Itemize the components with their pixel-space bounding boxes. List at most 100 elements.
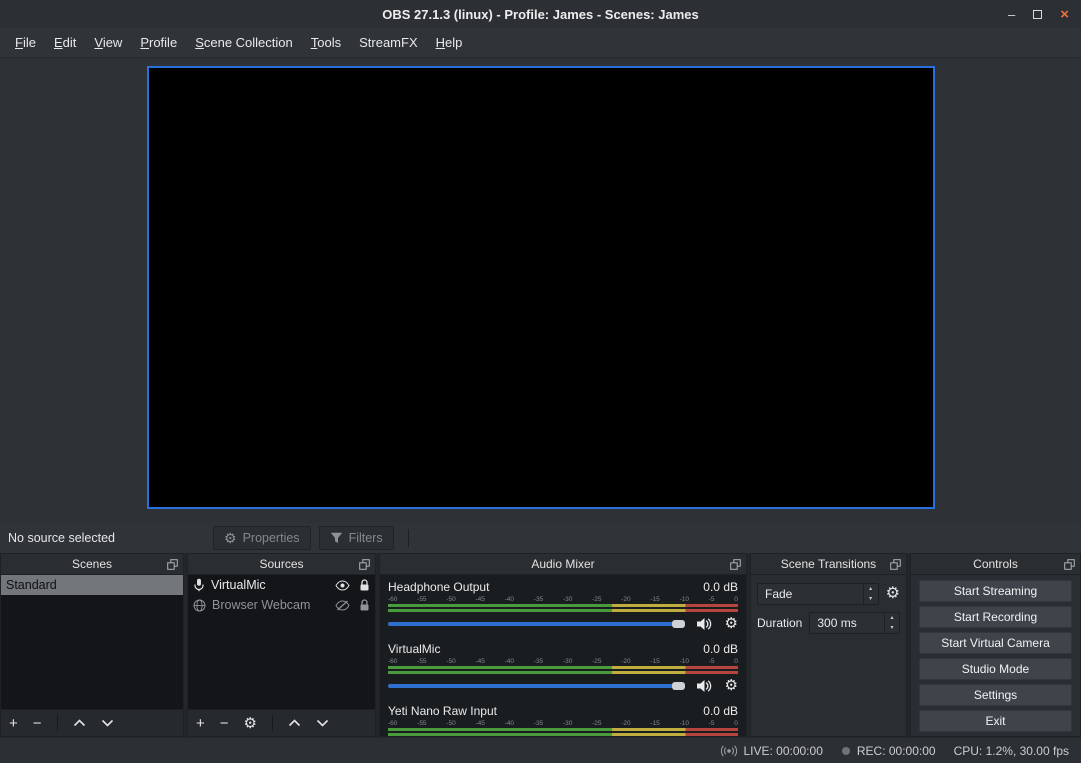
combo-spinner: ▴ ▾ — [863, 584, 878, 604]
add-source-button[interactable]: + — [196, 716, 205, 731]
db-tick-label: -35 — [534, 658, 543, 666]
db-tick-label: -10 — [680, 596, 689, 604]
settings-button[interactable]: Settings — [919, 684, 1072, 706]
transition-select[interactable]: Fade ▴ ▾ — [757, 583, 879, 605]
live-time: LIVE: 00:00:00 — [743, 744, 822, 758]
footer-separator — [272, 715, 273, 731]
popout-icon[interactable] — [359, 559, 370, 570]
mixer-panel-header: Audio Mixer — [380, 554, 746, 575]
menu-item-help[interactable]: Help — [427, 31, 472, 54]
remove-scene-button[interactable]: − — [33, 716, 42, 731]
transition-properties-gear-icon[interactable]: ⚙ — [886, 586, 900, 602]
source-item-virtualmic[interactable]: VirtualMic — [188, 575, 375, 595]
start-virtual-camera-button[interactable]: Start Virtual Camera — [919, 632, 1072, 654]
duration-spinbox[interactable]: 300 ms ▴ ▾ — [809, 612, 900, 634]
move-scene-up-button[interactable] — [73, 719, 86, 727]
level-meter — [388, 666, 738, 669]
preview-canvas[interactable] — [147, 66, 935, 509]
menu-item-scene-collection[interactable]: Scene Collection — [186, 31, 302, 54]
sources-panel-title: Sources — [259, 557, 303, 571]
db-tick-label: -30 — [563, 596, 572, 604]
menu-item-file[interactable]: File — [6, 31, 45, 54]
popout-icon[interactable] — [890, 559, 901, 570]
titlebar: OBS 27.1.3 (linux) - Profile: James - Sc… — [0, 0, 1081, 28]
lock-icon[interactable] — [359, 599, 370, 612]
source-row-controls — [335, 579, 370, 592]
speaker-icon[interactable] — [696, 679, 714, 693]
popout-icon[interactable] — [1064, 559, 1075, 570]
slider-track — [388, 684, 685, 688]
db-scale: -60-55-50-45-40-35-30-25-20-15-10-50 — [388, 596, 738, 604]
cpu-fps-stats: CPU: 1.2%, 30.00 fps — [954, 744, 1069, 758]
speaker-icon[interactable] — [696, 617, 714, 631]
globe-icon — [193, 599, 206, 612]
sources-panel: Sources VirtualMic — [187, 553, 376, 737]
db-tick-label: -45 — [475, 658, 484, 666]
channel-header: Yeti Nano Raw Input 0.0 dB — [388, 704, 738, 718]
menu-item-profile[interactable]: Profile — [131, 31, 186, 54]
source-name: VirtualMic — [211, 578, 266, 592]
gear-icon[interactable]: ⚙ — [725, 616, 738, 631]
menu-item-tools[interactable]: Tools — [302, 31, 350, 54]
move-scene-down-button[interactable] — [101, 719, 114, 727]
db-tick-label: -40 — [505, 596, 514, 604]
eye-icon[interactable] — [335, 580, 350, 591]
start-streaming-button[interactable]: Start Streaming — [919, 580, 1072, 602]
db-tick-label: -45 — [475, 720, 484, 728]
scene-item-standard[interactable]: Standard — [1, 575, 183, 595]
slider-handle[interactable] — [672, 620, 685, 628]
move-source-down-button[interactable] — [316, 719, 329, 727]
preview-area — [0, 58, 1081, 523]
spin-up-icon[interactable]: ▴ — [864, 584, 878, 594]
remove-source-button[interactable]: − — [220, 716, 229, 731]
db-tick-label: -60 — [388, 658, 397, 666]
add-scene-button[interactable]: + — [9, 716, 18, 731]
transitions-body: Fade ▴ ▾ ⚙ Duration 300 ms ▴ ▾ — [751, 575, 906, 736]
move-source-up-button[interactable] — [288, 719, 301, 727]
menu-item-view[interactable]: View — [85, 31, 131, 54]
db-tick-label: -10 — [680, 720, 689, 728]
db-tick-label: -15 — [650, 658, 659, 666]
scenes-list: Standard — [1, 575, 183, 709]
popout-icon[interactable] — [730, 559, 741, 570]
db-tick-label: -45 — [475, 596, 484, 604]
gear-icon[interactable]: ⚙ — [725, 678, 738, 693]
db-tick-label: -25 — [592, 720, 601, 728]
db-tick-label: -40 — [505, 720, 514, 728]
filters-label: Filters — [349, 531, 383, 545]
popout-icon[interactable] — [167, 559, 178, 570]
maximize-button[interactable] — [1033, 10, 1042, 19]
filters-button[interactable]: Filters — [319, 526, 394, 550]
source-properties-gear-icon[interactable]: ⚙ — [244, 716, 257, 731]
properties-button[interactable]: ⚙ Properties — [213, 526, 311, 550]
menu-item-streamfx[interactable]: StreamFX — [350, 31, 427, 54]
lock-icon[interactable] — [359, 579, 370, 592]
dock-panels: Scenes Standard + − — [0, 553, 1081, 737]
close-button[interactable]: × — [1060, 7, 1069, 22]
window-title: OBS 27.1.3 (linux) - Profile: James - Sc… — [0, 0, 1081, 28]
start-recording-button[interactable]: Start Recording — [919, 606, 1072, 628]
db-tick-label: -5 — [709, 658, 715, 666]
spin-down-icon[interactable]: ▾ — [885, 623, 899, 633]
eye-off-icon[interactable] — [335, 600, 350, 611]
volume-slider[interactable] — [388, 617, 685, 631]
db-tick-label: -30 — [563, 658, 572, 666]
source-item-browser-webcam[interactable]: Browser Webcam — [188, 595, 375, 615]
studio-mode-button[interactable]: Studio Mode — [919, 658, 1072, 680]
db-tick-label: -5 — [709, 720, 715, 728]
channel-level: 0.0 dB — [703, 580, 738, 594]
spin-down-icon[interactable]: ▾ — [864, 594, 878, 604]
level-meter — [388, 671, 738, 674]
spin-up-icon[interactable]: ▴ — [885, 613, 899, 623]
footer-separator — [57, 715, 58, 731]
db-tick-label: -20 — [621, 658, 630, 666]
exit-button[interactable]: Exit — [919, 710, 1072, 732]
properties-label: Properties — [243, 531, 300, 545]
live-status: LIVE: 00:00:00 — [721, 744, 822, 758]
volume-slider[interactable] — [388, 679, 685, 693]
db-tick-label: 0 — [734, 720, 738, 728]
minimize-button[interactable]: – — [1008, 8, 1015, 21]
menu-item-edit[interactable]: Edit — [45, 31, 85, 54]
channel-header: Headphone Output 0.0 dB — [388, 580, 738, 594]
slider-handle[interactable] — [672, 682, 685, 690]
